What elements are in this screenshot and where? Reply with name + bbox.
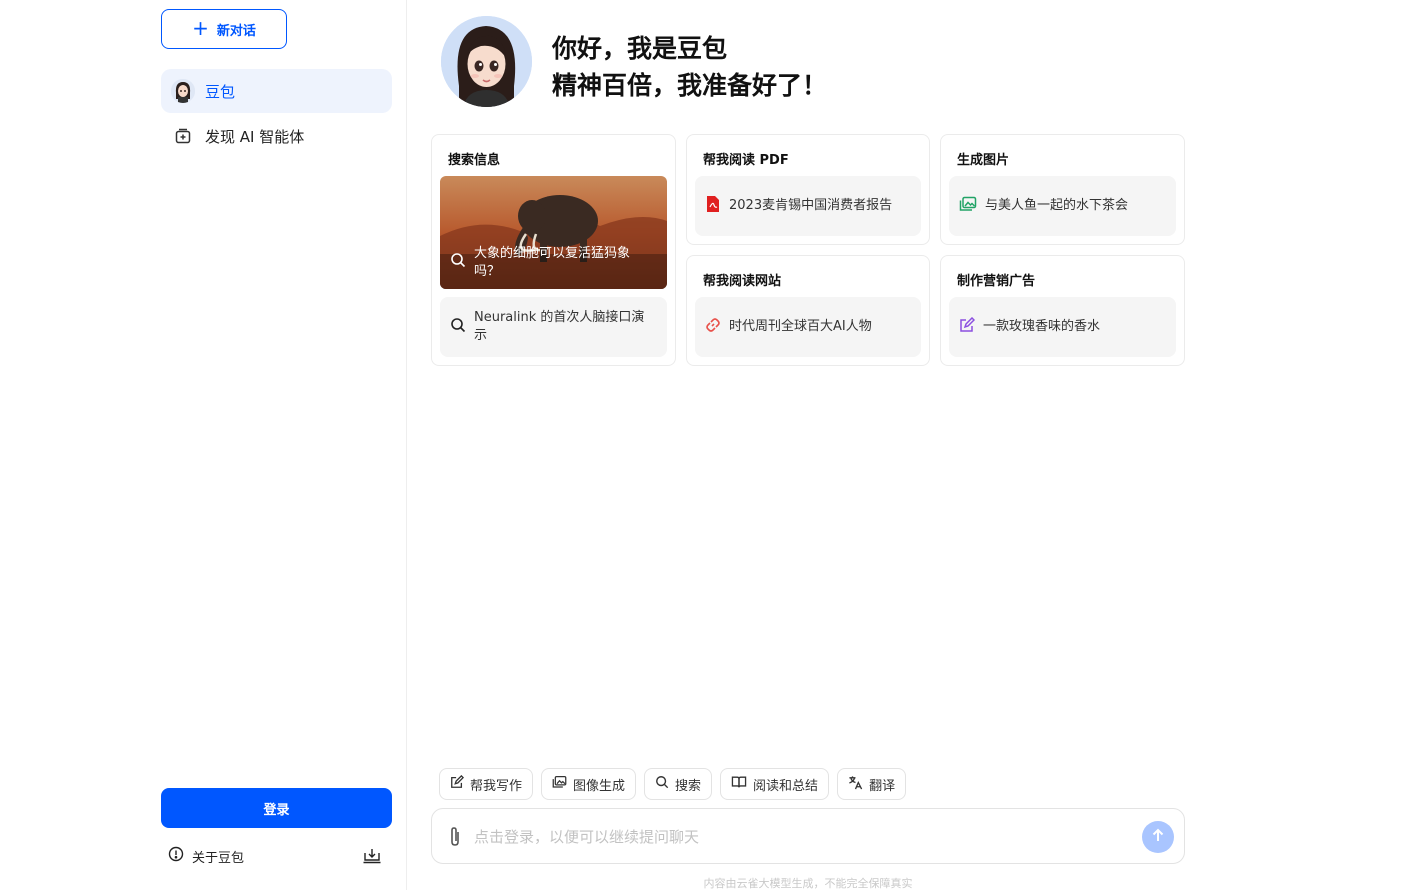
translate-icon (848, 775, 863, 794)
sidebar-item-doubao[interactable]: 豆包 (161, 69, 392, 113)
pdf-file-icon (705, 195, 721, 217)
generate-image-card: 生成图片 与美人鱼一起的水下茶会 (940, 134, 1185, 245)
tool-label: 图像生成 (573, 778, 626, 794)
download-app-icon[interactable] (362, 847, 382, 865)
tool-label: 搜索 (675, 778, 702, 794)
tool-label: 帮我写作 (470, 778, 523, 794)
search-icon (450, 317, 466, 337)
chat-input[interactable] (474, 821, 1124, 853)
search-suggestion-item[interactable]: Neuralink 的首次人脑接口演示 (440, 297, 667, 357)
card-title: 搜索信息 (448, 153, 501, 168)
tool-read-summarize-button[interactable]: 阅读和总结 (720, 768, 830, 800)
login-button[interactable]: 登录 (161, 788, 392, 828)
about-label: 关于豆包 (192, 850, 245, 866)
ad-suggestion-item[interactable]: 一款玫瑰香味的香水 (949, 297, 1176, 357)
doubao-avatar-icon (171, 79, 195, 103)
about-doubao-link[interactable]: 关于豆包 (168, 846, 244, 866)
suggestion-text: 与美人鱼一起的水下茶会 (985, 198, 1129, 213)
tool-label: 阅读和总结 (753, 778, 819, 794)
search-icon (450, 252, 466, 274)
sidebar-item-discover-agent[interactable]: 发现 AI 智能体 (161, 114, 392, 158)
featured-question: 大象的细胞可以复活猛犸象吗？ (474, 246, 631, 279)
card-title: 帮我阅读网站 (703, 274, 782, 289)
book-icon (731, 775, 747, 793)
image-gallery-icon (959, 196, 977, 216)
attachment-icon[interactable] (446, 825, 464, 849)
new-chat-label: 新对话 (216, 23, 256, 39)
card-title: 帮我阅读 PDF (703, 153, 789, 168)
edit-icon (959, 316, 976, 337)
greeting-line-2: 精神百倍，我准备好了！ (552, 71, 828, 100)
search-featured-item[interactable]: 大象的细胞可以复活猛犸象吗？ (440, 176, 667, 289)
tool-translate-button[interactable]: 翻译 (837, 768, 907, 800)
suggestion-text: 2023麦肯锡中国消费者报告 (729, 198, 893, 213)
marketing-ad-card: 制作营销广告 一款玫瑰香味的香水 (940, 255, 1185, 366)
suggestion-text: Neuralink 的首次人脑接口演示 (474, 310, 645, 343)
card-title: 制作营销广告 (957, 274, 1036, 289)
disclaimer-text: 内容由云雀大模型生成，不能完全保障真实 (703, 877, 913, 890)
tool-chips: 帮我写作 图像生成 搜索 阅读和总结 翻译 (439, 768, 907, 800)
pdf-suggestion-item[interactable]: 2023麦肯锡中国消费者报告 (695, 176, 921, 236)
tool-label: 翻译 (869, 778, 896, 794)
image-gen-icon (552, 775, 567, 793)
featured-caption: 大象的细胞可以复活猛犸象吗？ (450, 245, 653, 281)
new-chat-button[interactable]: + 新对话 (161, 9, 287, 49)
tool-write-button[interactable]: 帮我写作 (439, 768, 534, 800)
discover-agent-icon (171, 124, 195, 148)
tool-image-gen-button[interactable]: 图像生成 (541, 768, 637, 800)
doubao-hero-avatar (441, 16, 532, 107)
link-icon (705, 317, 721, 337)
tool-search-button[interactable]: 搜索 (644, 768, 713, 800)
search-info-card: 搜索信息 大象的细胞可以复活猛犸象吗？ Neuralink 的首次人脑接口演示 (431, 134, 676, 366)
card-title: 生成图片 (957, 153, 1010, 168)
main-content: 你好，我是豆包 精神百倍，我准备好了！ 搜索信息 大象的细胞可以复活猛犸象吗？ … (408, 0, 1413, 890)
send-button[interactable] (1142, 821, 1174, 853)
info-icon (168, 846, 184, 866)
app-window: + 新对话 豆包 发现 AI 智能体 登录 关于豆包 你好，我是豆包 精神百倍，… (0, 0, 1413, 890)
read-website-card: 帮我阅读网站 时代周刊全球百大AI人物 (686, 255, 930, 366)
write-icon (450, 774, 465, 793)
suggestion-text: 一款玫瑰香味的香水 (983, 319, 1101, 334)
plus-icon: + (192, 16, 209, 40)
search-icon (655, 775, 669, 793)
website-suggestion-item[interactable]: 时代周刊全球百大AI人物 (695, 297, 921, 357)
sidebar-item-label: 豆包 (205, 82, 236, 101)
chat-input-box (431, 808, 1185, 864)
sidebar-item-label: 发现 AI 智能体 (205, 127, 305, 146)
read-pdf-card: 帮我阅读 PDF 2023麦肯锡中国消费者报告 (686, 134, 930, 245)
suggestion-text: 时代周刊全球百大AI人物 (729, 319, 872, 334)
sidebar: + 新对话 豆包 发现 AI 智能体 登录 关于豆包 (0, 0, 407, 890)
arrow-up-icon (1150, 827, 1166, 847)
greeting-text: 你好，我是豆包 精神百倍，我准备好了！ (552, 30, 827, 104)
image-suggestion-item[interactable]: 与美人鱼一起的水下茶会 (949, 176, 1176, 236)
greeting-line-1: 你好，我是豆包 (552, 34, 728, 63)
